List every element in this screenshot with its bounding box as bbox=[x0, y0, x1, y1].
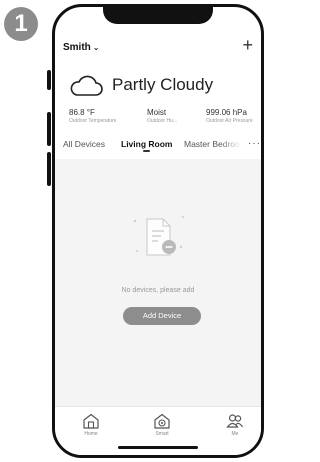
tab-all-devices[interactable]: All Devices bbox=[63, 139, 105, 149]
nav-home[interactable]: Home bbox=[71, 413, 111, 437]
weather-stat-pressure: 999.06 hPa Outdoor Air Pressure bbox=[206, 108, 253, 124]
stat-value: 86.8 °F bbox=[69, 108, 95, 117]
device-list-area: No devices, please add Add Device bbox=[55, 159, 261, 407]
active-tab-indicator bbox=[143, 150, 150, 152]
home-selector[interactable]: Smith ⌄ bbox=[63, 42, 99, 53]
empty-document-icon bbox=[133, 216, 184, 256]
tab-fade-overlay bbox=[220, 137, 242, 153]
add-button[interactable]: + bbox=[242, 36, 253, 54]
smart-house-icon bbox=[154, 413, 170, 429]
tab-living-room[interactable]: Living Room bbox=[121, 139, 172, 149]
phone-frame: Smith ⌄ + Partly Cloudy 86.8 °F Outdoor T… bbox=[52, 4, 264, 458]
phone-side-button bbox=[47, 152, 51, 186]
step-number-badge: 1 bbox=[4, 7, 38, 41]
chevron-down-icon: ⌄ bbox=[92, 43, 100, 52]
home-indicator-bar bbox=[118, 446, 198, 449]
home-icon bbox=[83, 413, 99, 429]
nav-smart[interactable]: Smart bbox=[142, 413, 182, 437]
weather-condition: Partly Cloudy bbox=[112, 75, 214, 94]
add-device-button[interactable]: Add Device bbox=[123, 307, 201, 325]
more-tabs-button[interactable]: ··· bbox=[248, 138, 261, 149]
phone-notch bbox=[103, 7, 213, 24]
phone-side-button bbox=[47, 70, 51, 90]
stat-label: Outdoor Air Pressure bbox=[206, 118, 253, 124]
nav-label: Me bbox=[231, 431, 239, 437]
nav-label: Home bbox=[84, 431, 98, 437]
stat-label: Outdoor Hu... bbox=[147, 118, 178, 124]
phone-side-button bbox=[47, 112, 51, 146]
nav-label: Smart bbox=[155, 431, 169, 437]
weather-stat-humidity: Moist Outdoor Hu... bbox=[147, 108, 177, 124]
cloud-icon bbox=[70, 75, 103, 96]
stat-value: 999.06 hPa bbox=[206, 108, 247, 117]
app-screen: Smith ⌄ + Partly Cloudy 86.8 °F Outdoor T… bbox=[55, 7, 261, 455]
empty-state-message: No devices, please add bbox=[121, 287, 195, 294]
home-name-label: Smith bbox=[63, 42, 91, 53]
bottom-nav: Home Smart Me bbox=[55, 406, 261, 455]
weather-stat-temperature: 86.8 °F Outdoor Temperature bbox=[69, 108, 116, 124]
stat-label: Outdoor Temperature bbox=[69, 118, 117, 124]
profile-icon bbox=[226, 414, 244, 428]
nav-me[interactable]: Me bbox=[215, 413, 255, 437]
stat-value: Moist bbox=[147, 108, 167, 117]
